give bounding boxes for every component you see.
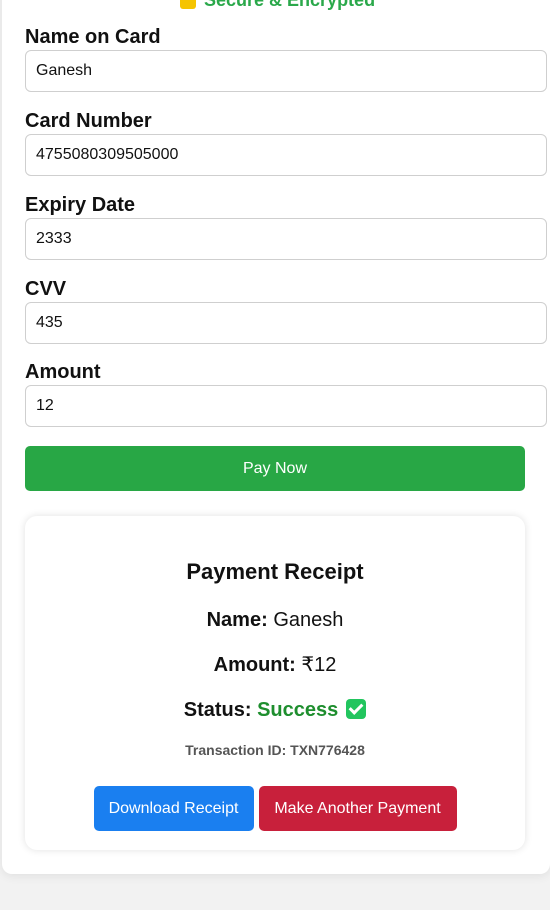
secure-text: Secure & Encrypted (204, 0, 376, 10)
make-another-payment-button[interactable]: Make Another Payment (258, 786, 457, 831)
lock-icon (180, 0, 196, 10)
receipt-name: Name: Ganesh (25, 609, 525, 632)
receipt-amount-label: Amount: (213, 654, 296, 676)
expiry-date-input[interactable] (25, 218, 547, 260)
card-number-label: Card Number (25, 110, 152, 132)
cvv-input[interactable] (25, 302, 547, 344)
check-icon (346, 699, 367, 719)
pay-now-button[interactable]: Pay Now (25, 446, 525, 491)
payment-receipt: Payment Receipt Name: Ganesh Amount: ₹12… (25, 516, 525, 850)
receipt-status: Status: Success (25, 699, 525, 722)
amount-input[interactable] (25, 385, 547, 427)
name-label: Name on Card (25, 26, 161, 48)
receipt-status-label: Status: (183, 699, 252, 721)
receipt-actions: Download Receipt Make Another Payment (25, 786, 525, 831)
receipt-amount: Amount: ₹12 (25, 652, 525, 677)
name-on-card-input[interactable] (25, 50, 547, 92)
expiry-label: Expiry Date (25, 194, 136, 216)
card-number-input[interactable] (25, 134, 547, 176)
secure-banner: Secure & Encrypted (180, 0, 375, 11)
receipt-amount-value: ₹12 (301, 654, 337, 676)
status-badge: Success (257, 699, 339, 721)
receipt-name-value: Ganesh (273, 609, 344, 631)
receipt-title: Payment Receipt (186, 559, 364, 584)
cvv-label: CVV (25, 278, 67, 300)
receipt-name-label: Name: (206, 609, 268, 631)
download-receipt-button[interactable]: Download Receipt (93, 786, 254, 831)
amount-label: Amount (25, 361, 101, 383)
transaction-id: Transaction ID: TXN776428 (185, 742, 365, 758)
